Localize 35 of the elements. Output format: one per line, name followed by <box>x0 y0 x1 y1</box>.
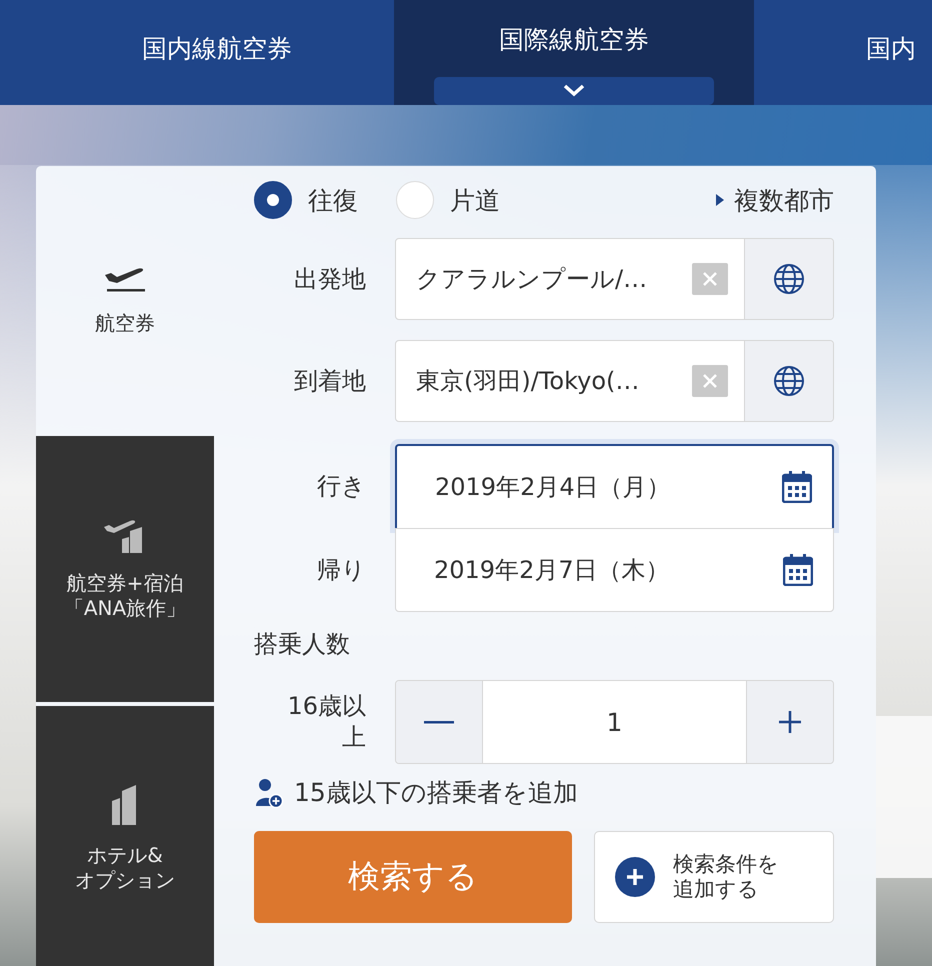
minus-button[interactable] <box>396 681 482 763</box>
plus-button[interactable] <box>747 681 833 763</box>
sidebar-item[interactable]: 航空券+宿泊 「ANA旅作」 <box>36 436 214 702</box>
field-label: 帰り <box>316 555 366 586</box>
clear-icon[interactable] <box>692 365 728 397</box>
minus-icon <box>424 720 454 724</box>
airport-field[interactable]: クアラルンプール/… <box>395 238 834 320</box>
sidebar-item[interactable]: 航空券 <box>36 166 214 432</box>
person-add-icon <box>254 778 284 808</box>
triangle-right-icon <box>716 194 724 206</box>
plus-circle-icon <box>615 857 655 897</box>
add-conditions-button[interactable]: 検索条件を 追加する <box>594 831 834 923</box>
chevron-down-icon <box>434 77 714 105</box>
sidebar-item[interactable]: ホテル& オプション <box>36 706 214 966</box>
trip-type-radio[interactable]: 往復 <box>254 181 358 219</box>
globe-button[interactable] <box>744 239 833 319</box>
add-child-link[interactable]: 15歳以下の搭乗者を追加 <box>254 776 578 809</box>
multi-city-link[interactable]: 複数都市 <box>716 184 834 216</box>
count-field[interactable]: 1 <box>482 681 747 763</box>
plus-icon <box>779 711 801 733</box>
field-label: 16歳以上 <box>286 690 366 753</box>
field-label: 到着地 <box>293 366 366 397</box>
globe-button[interactable] <box>744 341 833 421</box>
nav-tab[interactable]: 国際線航空券 <box>394 0 754 105</box>
globe-icon <box>773 365 805 397</box>
calendar-icon <box>782 471 812 503</box>
clear-icon[interactable] <box>692 263 728 295</box>
trip-type-radio[interactable]: 片道 <box>396 181 500 219</box>
globe-icon <box>773 263 805 295</box>
field-label: 出発地 <box>293 264 366 295</box>
calendar-icon <box>783 554 813 586</box>
date-field[interactable]: 2019年2月7日（木） <box>395 528 834 612</box>
section-heading: 搭乗人数 <box>254 629 351 660</box>
field-label: 行き <box>316 471 366 502</box>
airport-field[interactable]: 東京(羽田)/Tokyo(… <box>395 340 834 422</box>
